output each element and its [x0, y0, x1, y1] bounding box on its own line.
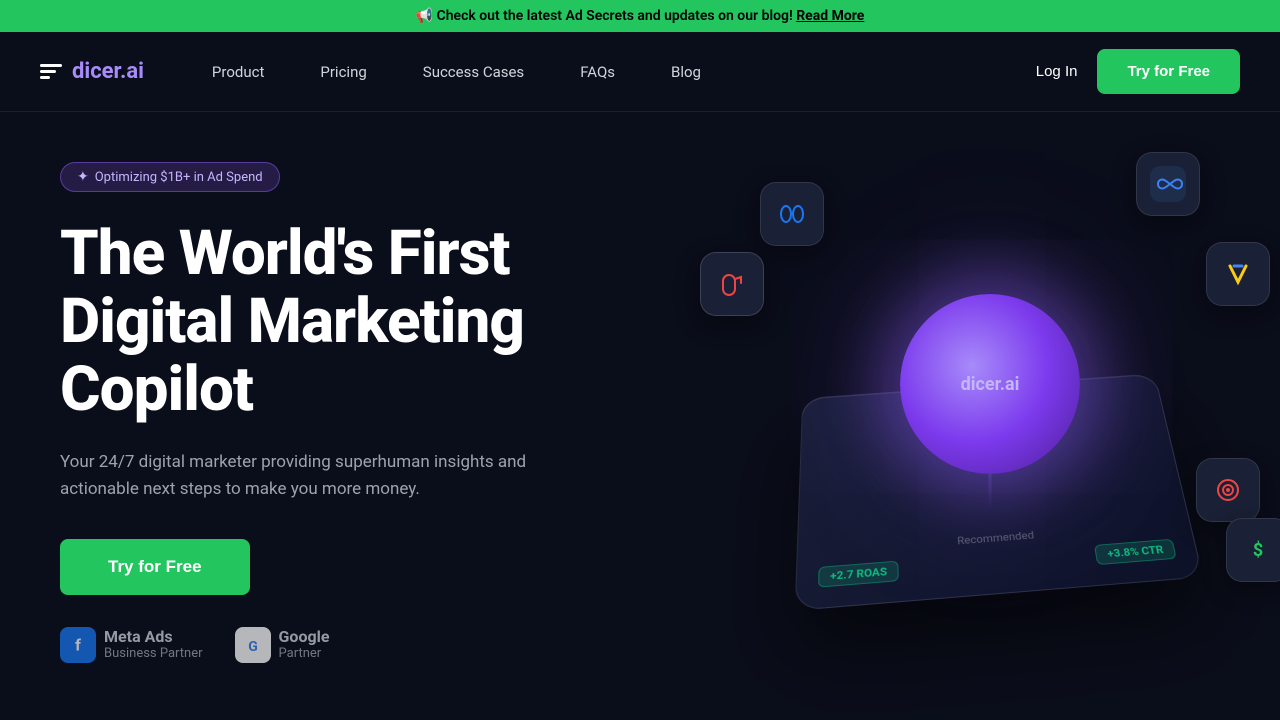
dollar-app-icon: $	[1226, 518, 1280, 582]
logo[interactable]: dicer.ai	[40, 59, 144, 84]
nav-product[interactable]: Product	[184, 32, 292, 112]
meta-logo-icon: f	[60, 627, 96, 663]
hero-title: The World's First Digital Marketing Copi…	[60, 220, 620, 425]
nav-try-free-button[interactable]: Try for Free	[1097, 49, 1240, 94]
tiktok-app-icon	[700, 252, 764, 316]
google-app-icon	[1206, 242, 1270, 306]
google-partner-subtitle: Partner	[279, 646, 330, 663]
nav-faqs[interactable]: FAQs	[552, 32, 643, 112]
nav-blog[interactable]: Blog	[643, 32, 729, 112]
login-button[interactable]: Log In	[1036, 63, 1078, 80]
announcement-link[interactable]: Read More	[796, 8, 864, 24]
nav-actions: Log In Try for Free	[1036, 49, 1240, 94]
roas-stat: +2.7 ROAS	[818, 561, 899, 588]
logo-icon	[40, 64, 62, 79]
tiktok-icon-svg	[714, 266, 750, 302]
hero-visual: $ +2.7 ROAS +3.8% CTR Recommended dicer.…	[680, 122, 1280, 682]
google-icon-svg	[1220, 256, 1256, 292]
svg-text:G: G	[248, 639, 258, 655]
google-partner-name: Google	[279, 627, 330, 646]
center-orb: dicer.ai	[900, 294, 1080, 474]
announcement-text: 📢 Check out the latest Ad Secrets and up…	[416, 8, 793, 24]
orb-text: dicer.ai	[961, 374, 1020, 395]
target-icon-svg	[1210, 472, 1246, 508]
svg-text:$: $	[1253, 540, 1263, 561]
svg-text:f: f	[75, 635, 81, 654]
infinity-app-icon	[1136, 152, 1200, 216]
badge-sparkle-icon: ✦	[77, 169, 89, 185]
meta-partner: f Meta Ads Business Partner	[60, 627, 203, 663]
dollar-icon-svg: $	[1240, 532, 1276, 568]
recommendation-label: Recommended	[957, 529, 1035, 547]
announcement-bar: 📢 Check out the latest Ad Secrets and up…	[0, 0, 1280, 32]
meta-app-icon	[760, 182, 824, 246]
meta-partner-info: Meta Ads Business Partner	[104, 627, 203, 663]
badge-text: Optimizing $1B+ in Ad Spend	[95, 170, 263, 185]
google-logo-icon: G	[235, 627, 271, 663]
nav-success-cases[interactable]: Success Cases	[395, 32, 552, 112]
google-partner-info: Google Partner	[279, 627, 330, 663]
hero-badge: ✦ Optimizing $1B+ in Ad Spend	[60, 162, 280, 192]
google-partner: G Google Partner	[235, 627, 330, 663]
meta-partner-subtitle: Business Partner	[104, 646, 203, 663]
navbar: dicer.ai Product Pricing Success Cases F…	[0, 32, 1280, 112]
meta-partner-name: Meta Ads	[104, 627, 203, 646]
hero-content: ✦ Optimizing $1B+ in Ad Spend The World'…	[60, 152, 620, 663]
partners-section: f Meta Ads Business Partner G Google Par	[60, 627, 620, 663]
target-app-icon	[1196, 458, 1260, 522]
meta-icon-svg	[774, 196, 810, 232]
hero-try-free-button[interactable]: Try for Free	[60, 539, 250, 595]
infinity-icon-svg	[1150, 166, 1186, 202]
ctr-stat: +3.8% CTR	[1094, 539, 1176, 565]
hero-section: ✦ Optimizing $1B+ in Ad Spend The World'…	[0, 112, 1280, 712]
logo-text: dicer.ai	[72, 59, 144, 84]
hero-subtitle: Your 24/7 digital marketer providing sup…	[60, 449, 540, 503]
platform-container: $ +2.7 ROAS +3.8% CTR Recommended dicer.…	[680, 122, 1280, 682]
nav-links: Product Pricing Success Cases FAQs Blog	[184, 32, 1036, 112]
nav-pricing[interactable]: Pricing	[292, 32, 394, 112]
